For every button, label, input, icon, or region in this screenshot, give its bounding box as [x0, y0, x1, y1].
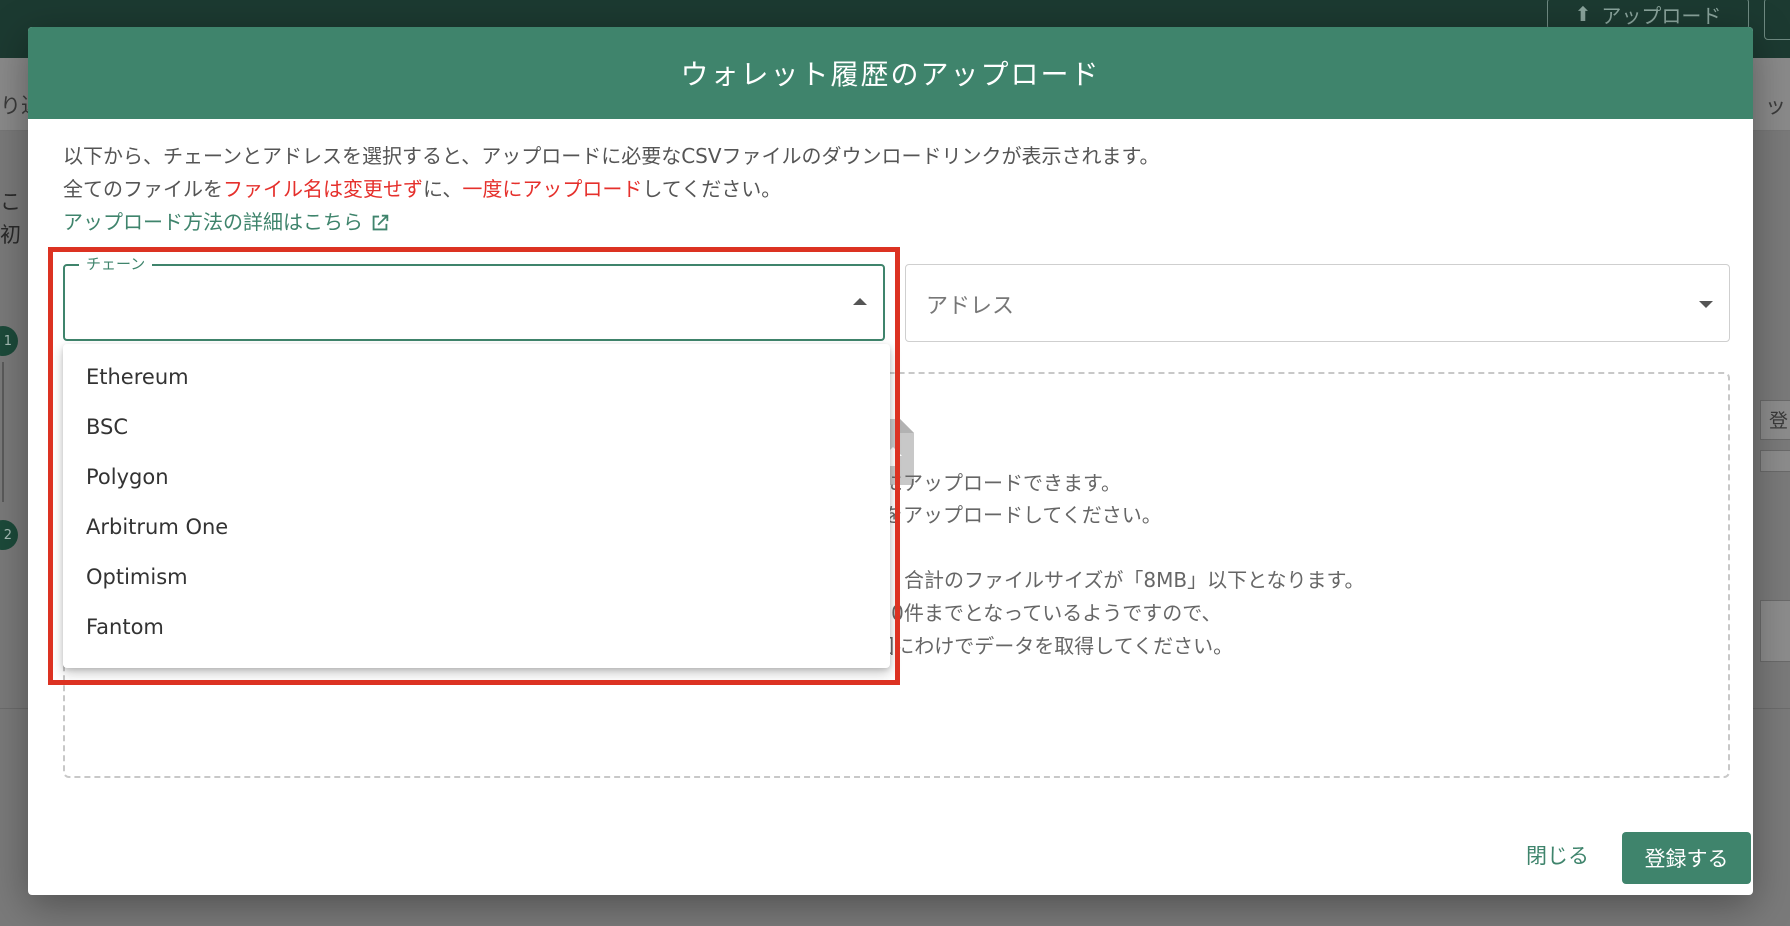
bg-right-panel: [1760, 600, 1790, 662]
submit-button[interactable]: 登録する: [1622, 832, 1751, 884]
chain-option-bsc[interactable]: BSC: [63, 402, 890, 452]
chain-option-arbitrum-one[interactable]: Arbitrum One: [63, 502, 890, 552]
chain-option-optimism[interactable]: Optimism: [63, 552, 890, 602]
bg-text-2: 初: [0, 223, 21, 247]
warning-no-rename: ファイル名は変更せず: [223, 177, 423, 201]
chain-select[interactable]: チェーン: [63, 253, 885, 341]
external-link-icon: [372, 214, 389, 230]
instructions: 以下から、チェーンとアドレスを選択すると、アップロードに必要なCSVファイルのダ…: [63, 140, 1160, 239]
instruction-line-2: 全てのファイルをファイル名は変更せずに、一度にアップロードしてください。: [63, 173, 1160, 206]
chain-option-fantom[interactable]: Fantom: [63, 602, 890, 652]
modal-header: ウォレット履歴のアップロード: [28, 27, 1753, 119]
bg-text-1: こ: [0, 190, 21, 214]
chain-options-list: Ethereum BSC Polygon Arbitrum One Optimi…: [63, 344, 890, 668]
upload-button-label: アップロード: [1601, 3, 1722, 28]
upload-help-link[interactable]: アップロード方法の詳細はこちら: [63, 206, 391, 239]
address-select-placeholder: アドレス: [926, 294, 1015, 319]
upload-button[interactable]: ⬆ アップロード: [1547, 0, 1749, 30]
dropzone-text-1: にアップロードできます。: [883, 471, 1121, 495]
corner-button[interactable]: [1764, 0, 1790, 40]
bg-step-2: 2: [0, 520, 18, 550]
upload-icon: ⬆: [1574, 2, 1592, 26]
bg-right-button: 登: [1760, 400, 1790, 440]
instruction-line-1: 以下から、チェーンとアドレスを選択すると、アップロードに必要なCSVファイルのダ…: [63, 144, 1160, 168]
instruction-line-2-prefix: 全てのファイルを: [63, 177, 223, 201]
chain-option-ethereum[interactable]: Ethereum: [63, 352, 890, 402]
caret-down-icon[interactable]: [1699, 301, 1713, 308]
bg-step-line: [2, 362, 4, 502]
chain-option-polygon[interactable]: Polygon: [63, 452, 890, 502]
modal-title: ウォレット履歴のアップロード: [680, 58, 1101, 91]
dropzone-text-2: をアップロードしてください。: [883, 503, 1162, 527]
instruction-line-2-mid: に、: [423, 177, 463, 201]
address-select[interactable]: アドレス: [905, 264, 1730, 342]
bg-right-strip: [1760, 450, 1790, 472]
warning-upload-once: 一度にアップロード: [462, 177, 643, 201]
bg-step-1: 1: [0, 326, 18, 356]
chain-select-label: チェーン: [79, 253, 153, 274]
dropzone-text-3: 合計のファイルサイズが「8MB」以下となります。: [904, 568, 1365, 592]
submit-button-label: 登録する: [1644, 847, 1729, 871]
upload-modal: ウォレット履歴のアップロード 以下から、チェーンとアドレスを選択すると、アップロ…: [28, 27, 1753, 895]
instruction-line-2-suffix: してください。: [642, 177, 782, 201]
bg-tab-fragment-right: ッ: [1765, 94, 1786, 118]
close-button[interactable]: 閉じる: [1526, 840, 1589, 870]
upload-help-link-label: アップロード方法の詳細はこちら: [63, 210, 363, 234]
caret-up-icon[interactable]: [853, 298, 867, 305]
